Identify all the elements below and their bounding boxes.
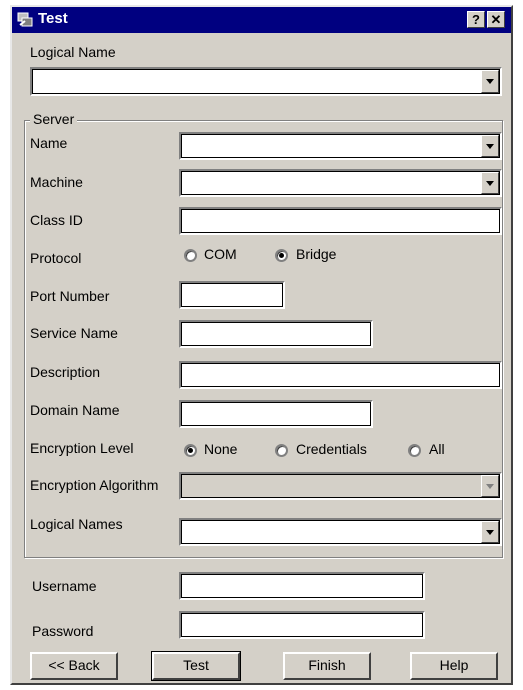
encryption-all-label[interactable]: All — [429, 441, 445, 457]
test-button[interactable]: Test — [151, 651, 241, 681]
encryption-all-radio[interactable] — [408, 444, 421, 457]
machine-label: Machine — [30, 174, 83, 190]
encryption-credentials-radio[interactable] — [275, 444, 288, 457]
port-number-input[interactable] — [179, 281, 285, 309]
help-button[interactable]: Help — [410, 652, 498, 680]
service-name-label: Service Name — [30, 325, 118, 341]
encryption-algorithm-label: Encryption Algorithm — [30, 477, 159, 493]
close-title-button[interactable]: ✕ — [487, 11, 505, 28]
logical-names-label: Logical Names — [30, 516, 123, 532]
username-input[interactable] — [179, 572, 425, 600]
machine-combobox[interactable] — [179, 169, 502, 197]
back-button[interactable]: << Back — [30, 652, 118, 680]
username-label: Username — [32, 578, 97, 594]
encryption-none-label[interactable]: None — [204, 441, 237, 457]
domain-name-label: Domain Name — [30, 402, 120, 418]
protocol-com-label[interactable]: COM — [204, 246, 237, 262]
logical-name-combobox[interactable] — [30, 67, 502, 96]
encryption-level-label: Encryption Level — [30, 440, 134, 456]
class-id-label: Class ID — [30, 212, 83, 228]
server-group-label: Server — [30, 111, 78, 127]
protocol-com-radio[interactable] — [184, 249, 197, 262]
app-icon — [17, 12, 33, 27]
window-title: Test — [38, 10, 68, 27]
encryption-none-radio[interactable] — [184, 444, 197, 457]
protocol-bridge-label[interactable]: Bridge — [296, 246, 336, 262]
logical-names-combobox[interactable] — [179, 518, 502, 546]
logical-name-label: Logical Name — [30, 44, 116, 60]
protocol-bridge-radio[interactable] — [275, 249, 288, 262]
domain-name-input[interactable] — [179, 400, 373, 428]
encryption-algorithm-combobox[interactable] — [179, 472, 502, 500]
chevron-down-icon[interactable] — [481, 172, 499, 194]
encryption-credentials-label[interactable]: Credentials — [296, 441, 367, 457]
chevron-down-icon[interactable] — [481, 70, 499, 93]
name-label: Name — [30, 135, 68, 151]
title-bar[interactable]: Test ? ✕ — [12, 7, 511, 33]
chevron-down-icon[interactable] — [481, 135, 499, 157]
password-input[interactable] — [179, 611, 425, 639]
protocol-label: Protocol — [30, 250, 82, 266]
name-combobox[interactable] — [179, 132, 502, 160]
description-input[interactable] — [179, 361, 502, 389]
chevron-down-icon[interactable] — [481, 475, 499, 497]
class-id-input[interactable] — [179, 207, 502, 235]
port-number-label: Port Number — [30, 288, 110, 304]
dialog-window: Test ? ✕ Logical Name Server Name Machin… — [10, 5, 513, 685]
password-label: Password — [32, 623, 94, 639]
finish-button[interactable]: Finish — [283, 652, 371, 680]
chevron-down-icon[interactable] — [481, 521, 499, 543]
description-label: Description — [30, 364, 101, 380]
service-name-input[interactable] — [179, 320, 373, 348]
help-title-button[interactable]: ? — [467, 11, 485, 28]
